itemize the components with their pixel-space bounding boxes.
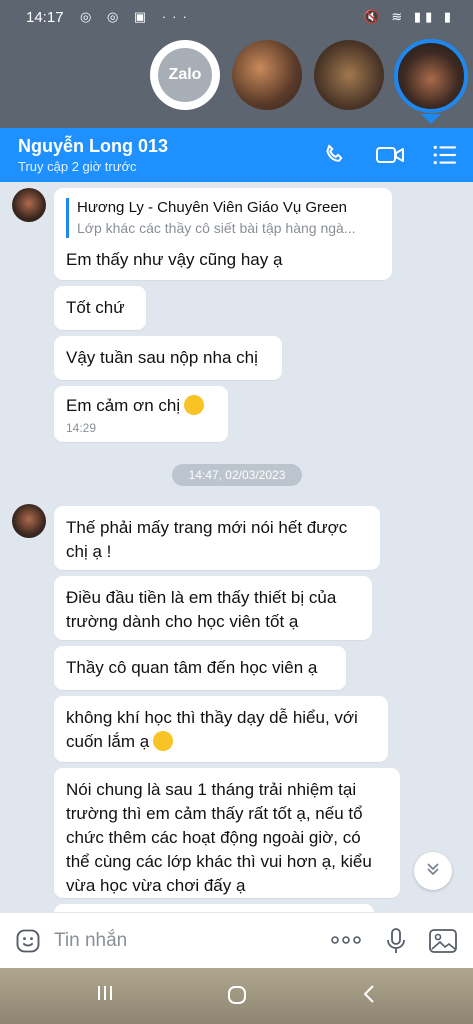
status-time: 14:17 <box>26 9 64 26</box>
chat-head-avatar-2[interactable] <box>314 40 384 110</box>
heart-eyes-emoji-icon <box>184 395 205 415</box>
message-input[interactable]: Tin nhắn <box>54 930 127 952</box>
chat-messages-area[interactable]: Hương Ly - Chuyên Viên Giáo Vụ Green Lớp… <box>0 182 473 912</box>
notification-icons: ◎ ◎ ▣ ··· <box>80 9 193 24</box>
message-text: Nói chung là sau 1 tháng trải nhiệm tại … <box>66 780 372 895</box>
sender-avatar[interactable] <box>12 504 46 538</box>
scroll-down-button[interactable] <box>414 852 452 890</box>
quote-title: Hương Ly - Chuyên Viên Giáo Vụ Green <box>77 199 348 216</box>
chat-bubbles-bar: Zalo <box>0 34 473 128</box>
system-nav-bar <box>0 968 473 1024</box>
back-icon[interactable] <box>362 984 376 1010</box>
zalo-bubble[interactable]: Zalo <box>150 40 220 110</box>
recent-apps-icon[interactable] <box>96 984 114 1008</box>
message-bubble[interactable]: Thầy cô quan tâm đến học viên ạ <box>54 646 346 690</box>
message-bubble[interactable]: Điều đầu tiền là em thấy thiết bị của tr… <box>54 576 372 640</box>
microphone-icon[interactable] <box>384 927 408 960</box>
message-bubble[interactable]: không khí học thì thầy dạy dễ hiểu, với … <box>54 696 388 762</box>
image-gallery-icon[interactable] <box>428 927 458 960</box>
message-text: không khí học thì thầy dạy dễ hiểu, với … <box>66 708 358 751</box>
message-bubble[interactable]: Nói chung là sau 1 tháng trải nhiệm tại … <box>54 768 400 898</box>
contact-name[interactable]: Nguyễn Long 013 <box>18 136 168 157</box>
message-text: Vậy tuần sau nộp nha chị <box>66 348 258 367</box>
system-icons: 🔇 ≋ ▮▮ ▮ <box>363 9 455 24</box>
video-call-icon[interactable] <box>374 142 406 173</box>
yum-emoji-icon <box>153 731 174 751</box>
home-icon[interactable] <box>226 984 248 1012</box>
message-bubble-reply[interactable]: Hương Ly - Chuyên Viên Giáo Vụ Green Lớp… <box>54 188 392 280</box>
phone-call-icon[interactable] <box>322 142 348 173</box>
zalo-logo-icon: Zalo <box>158 48 212 102</box>
chat-head-avatar-active[interactable] <box>394 39 468 113</box>
active-pointer <box>421 114 441 124</box>
sender-avatar[interactable] <box>12 188 46 222</box>
date-separator: 14:47, 02/03/2023 <box>172 464 302 486</box>
message-time: 14:29 <box>66 421 97 435</box>
message-bubble[interactable]: Thế phải mấy trang mới nói hết được chị … <box>54 506 380 570</box>
message-text: Em thấy như vậy cũng hay ạ <box>66 250 283 269</box>
message-text: Thầy cô quan tâm đến học viên ạ <box>66 658 318 677</box>
message-text: Thế phải mấy trang mới nói hết được chị … <box>66 518 348 561</box>
message-bubble[interactable]: Em cảm ơn chị 14:29 <box>54 386 228 442</box>
double-chevron-down-icon <box>424 860 442 883</box>
message-text: Điều đầu tiền là em thấy thiết bị của tr… <box>66 588 337 631</box>
message-text: Tốt chứ <box>66 298 125 317</box>
status-bar: 14:17 ◎ ◎ ▣ ··· 🔇 ≋ ▮▮ ▮ <box>0 0 473 34</box>
message-bubble[interactable]: Vậy tuần sau nộp nha chị <box>54 336 282 380</box>
message-bubble[interactable]: Tốt chứ <box>54 286 146 330</box>
sticker-icon[interactable] <box>14 927 42 960</box>
message-bubble-partial[interactable] <box>54 904 374 912</box>
chat-header: Nguyễn Long 013 Truy cập 2 giờ trước <box>0 128 473 182</box>
chat-head-avatar-1[interactable] <box>232 40 302 110</box>
quoted-message[interactable]: Hương Ly - Chuyên Viên Giáo Vụ Green Lớp… <box>66 198 380 238</box>
last-seen-status: Truy cập 2 giờ trước <box>18 159 137 174</box>
menu-list-icon[interactable] <box>432 142 458 173</box>
more-options-icon[interactable] <box>330 933 362 952</box>
message-input-bar: Tin nhắn <box>0 912 473 969</box>
message-text: Em cảm ơn chị <box>66 396 181 415</box>
quote-snippet: Lớp khác các thầy cô siết bài tập hàng n… <box>77 220 356 236</box>
